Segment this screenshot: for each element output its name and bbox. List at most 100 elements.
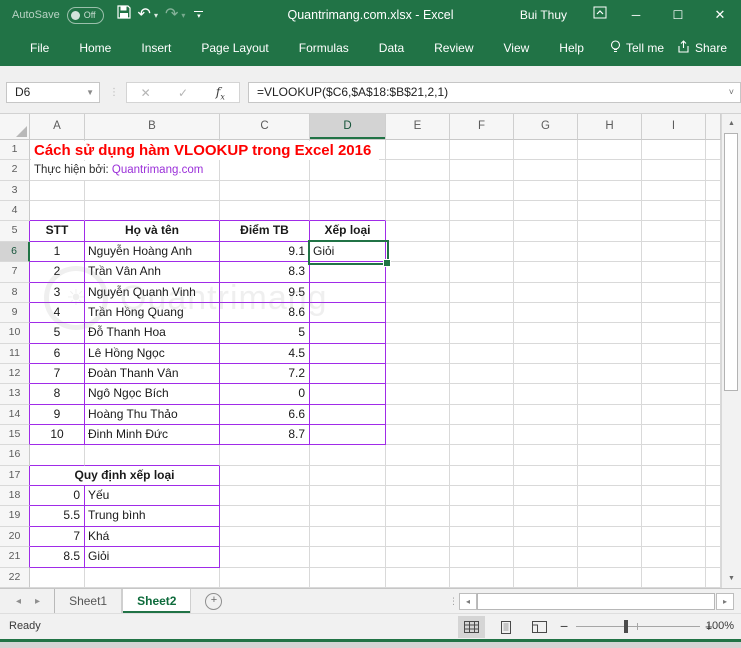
- cell-D12[interactable]: [310, 363, 386, 385]
- cell-B8[interactable]: Nguyễn Quanh Vinh: [85, 282, 220, 303]
- cell-E6[interactable]: [386, 241, 450, 263]
- cell-C18[interactable]: [220, 486, 310, 507]
- cell-E17[interactable]: [386, 465, 450, 487]
- name-box-dropdown-icon[interactable]: ▼: [86, 83, 94, 102]
- cell-F5[interactable]: [450, 221, 514, 242]
- cell-E16[interactable]: [386, 445, 450, 466]
- cell-partial-19[interactable]: [706, 506, 721, 527]
- cell-partial-13[interactable]: [706, 384, 721, 405]
- cell-I10[interactable]: [642, 323, 706, 344]
- cell-A20[interactable]: 7: [30, 526, 85, 548]
- row-header-9[interactable]: 9: [0, 302, 30, 324]
- ribbon-tab-home[interactable]: Home: [77, 30, 113, 66]
- cell-A13[interactable]: 8: [30, 384, 85, 405]
- sheet-tab-sheet2[interactable]: Sheet2: [122, 589, 192, 613]
- cell-E18[interactable]: [386, 486, 450, 507]
- cell-G2[interactable]: [514, 160, 578, 181]
- row-header-19[interactable]: 19: [0, 506, 30, 527]
- ribbon-tab-page-layout[interactable]: Page Layout: [199, 30, 270, 66]
- cell-C9[interactable]: 8.6: [220, 302, 310, 324]
- vertical-scroll-thumb[interactable]: [724, 133, 738, 391]
- next-sheet-icon[interactable]: ▸: [35, 596, 40, 607]
- row-header-3[interactable]: 3: [0, 180, 30, 202]
- row-header-20[interactable]: 20: [0, 526, 30, 548]
- cell-G3[interactable]: [514, 180, 578, 202]
- confirm-entry-icon[interactable]: ✓: [164, 86, 201, 100]
- cell-A17[interactable]: Quy định xếp loại: [30, 465, 220, 487]
- cell-I1[interactable]: [642, 140, 706, 161]
- cell-I5[interactable]: [642, 221, 706, 242]
- cell-E11[interactable]: [386, 343, 450, 364]
- tell-me-button[interactable]: Tell me: [610, 39, 664, 57]
- cell-partial-4[interactable]: [706, 201, 721, 222]
- cell-G17[interactable]: [514, 465, 578, 487]
- cell-A8[interactable]: 3: [30, 282, 85, 303]
- cell-partial-2[interactable]: [706, 160, 721, 181]
- expand-formula-bar-icon[interactable]: ˅: [729, 83, 734, 102]
- minimize-button[interactable]: ─: [615, 0, 657, 30]
- cell-F2[interactable]: [450, 160, 514, 181]
- cell-partial-21[interactable]: [706, 547, 721, 568]
- cell-G5[interactable]: [514, 221, 578, 242]
- cell-H2[interactable]: [578, 160, 642, 181]
- cell-F22[interactable]: [450, 567, 514, 588]
- cell-H3[interactable]: [578, 180, 642, 202]
- cell-partial-17[interactable]: [706, 465, 721, 487]
- cell-B18[interactable]: Yếu: [85, 486, 220, 507]
- add-sheet-button[interactable]: +: [205, 589, 223, 613]
- row-header-18[interactable]: 18: [0, 486, 30, 507]
- cell-H7[interactable]: [578, 262, 642, 283]
- cell-G12[interactable]: [514, 363, 578, 385]
- cell-C10[interactable]: 5: [220, 323, 310, 344]
- ribbon-display-options-icon[interactable]: [585, 6, 615, 24]
- row-header-7[interactable]: 7: [0, 262, 30, 283]
- row-header-13[interactable]: 13: [0, 384, 30, 405]
- ribbon-tab-review[interactable]: Review: [432, 30, 475, 66]
- undo-dropdown-icon[interactable]: ▾: [154, 11, 158, 20]
- cell-I3[interactable]: [642, 180, 706, 202]
- cell-C17[interactable]: [220, 465, 310, 487]
- cell-F16[interactable]: [450, 445, 514, 466]
- cell-I20[interactable]: [642, 526, 706, 548]
- cell-F17[interactable]: [450, 465, 514, 487]
- cell-B10[interactable]: Đỗ Thanh Hoa: [85, 323, 220, 344]
- cell-F14[interactable]: [450, 404, 514, 426]
- cell-C22[interactable]: [220, 567, 310, 588]
- cell-E8[interactable]: [386, 282, 450, 303]
- maximize-button[interactable]: ☐: [657, 0, 699, 30]
- zoom-slider-track[interactable]: [576, 626, 700, 627]
- cell-A19[interactable]: 5.5: [30, 506, 85, 527]
- cell-E15[interactable]: [386, 425, 450, 446]
- cell-G1[interactable]: [514, 140, 578, 161]
- row-header-11[interactable]: 11: [0, 343, 30, 364]
- cell-partial-12[interactable]: [706, 363, 721, 385]
- cell-D22[interactable]: [310, 567, 386, 588]
- row-header-22[interactable]: 22: [0, 567, 30, 588]
- cell-A9[interactable]: 4: [30, 302, 85, 324]
- cell-partial-10[interactable]: [706, 323, 721, 344]
- cell-D17[interactable]: [310, 465, 386, 487]
- cell-B6[interactable]: Nguyễn Hoàng Anh: [85, 241, 220, 263]
- cell-D5[interactable]: Xếp loại: [310, 221, 386, 242]
- cancel-entry-icon[interactable]: ✕: [127, 86, 164, 100]
- cell-A12[interactable]: 7: [30, 363, 85, 385]
- cell-F20[interactable]: [450, 526, 514, 548]
- cell-I12[interactable]: [642, 363, 706, 385]
- cell-A4[interactable]: [30, 201, 85, 222]
- ribbon-tab-formulas[interactable]: Formulas: [297, 30, 351, 66]
- redo-icon[interactable]: ↷: [165, 0, 178, 30]
- normal-view-button[interactable]: [458, 616, 485, 638]
- cell-I13[interactable]: [642, 384, 706, 405]
- row-header-15[interactable]: 15: [0, 425, 30, 446]
- cell-H9[interactable]: [578, 302, 642, 324]
- cell-partial-14[interactable]: [706, 404, 721, 426]
- cell-E10[interactable]: [386, 323, 450, 344]
- cell-C12[interactable]: 7.2: [220, 363, 310, 385]
- cell-F19[interactable]: [450, 506, 514, 527]
- cell-B22[interactable]: [85, 567, 220, 588]
- cell-partial-22[interactable]: [706, 567, 721, 588]
- cell-partial-8[interactable]: [706, 282, 721, 303]
- close-button[interactable]: ✕: [699, 0, 741, 30]
- cell-G6[interactable]: [514, 241, 578, 263]
- cell-A11[interactable]: 6: [30, 343, 85, 364]
